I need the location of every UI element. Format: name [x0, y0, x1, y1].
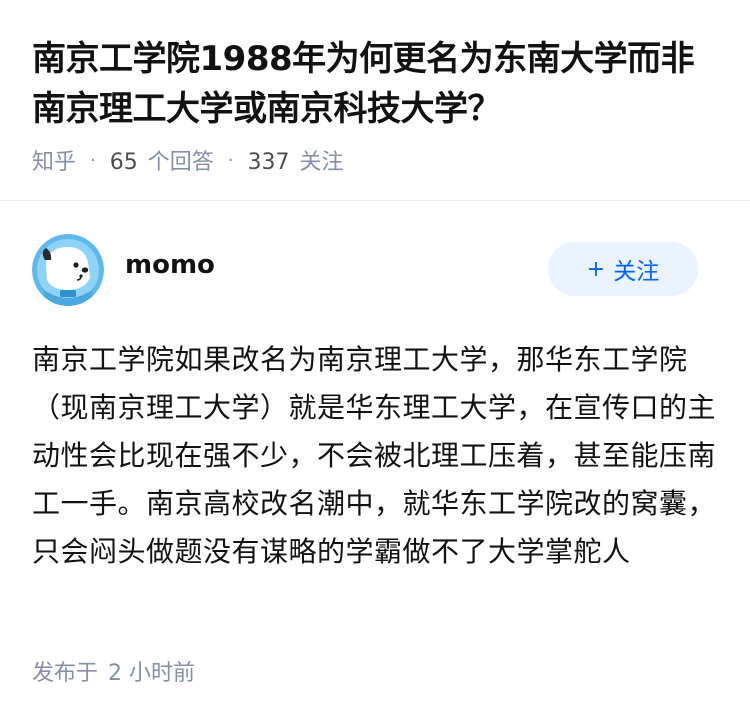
source-label[interactable]: 知乎 — [32, 144, 76, 176]
cartoon-dog-avatar-icon — [32, 234, 104, 306]
follower-count-link[interactable]: 337 关注 — [248, 144, 344, 176]
answer-count-link[interactable]: 65 个回答 — [110, 144, 214, 176]
published-time: 2 小时前 — [108, 661, 196, 686]
answer-content[interactable]: 南京工学院如果改名为南京理工大学，那华东工学院（现南京理工大学）就是华东理工大学… — [32, 336, 718, 576]
answer-count: 65 — [109, 150, 138, 175]
follower-count: 337 — [247, 150, 290, 175]
question-meta: 知乎 · 65 个回答 · 337 关注 — [32, 143, 344, 177]
answer-count-label: 个回答 — [147, 150, 214, 175]
avatar[interactable] — [32, 234, 104, 306]
section-divider — [0, 200, 750, 201]
follower-count-label: 关注 — [299, 150, 344, 175]
follow-button-label: 关注 — [613, 259, 660, 285]
separator-dot: · — [227, 149, 234, 171]
follow-button[interactable]: + 关注 — [548, 242, 698, 296]
post-time: 发布于 2 小时前 — [32, 655, 195, 687]
plus-icon: + — [586, 256, 606, 282]
separator-dot: · — [90, 149, 96, 171]
question-header: 南京工学院1988年为何更名为东南大学而非南京理工大学或南京科技大学？ 知乎 ·… — [0, 0, 750, 200]
published-label: 发布于 — [32, 661, 99, 686]
author-name[interactable]: momo — [125, 250, 215, 280]
author-row: momo + 关注 — [0, 230, 750, 310]
question-title[interactable]: 南京工学院1988年为何更名为东南大学而非南京理工大学或南京科技大学？ — [32, 34, 722, 134]
